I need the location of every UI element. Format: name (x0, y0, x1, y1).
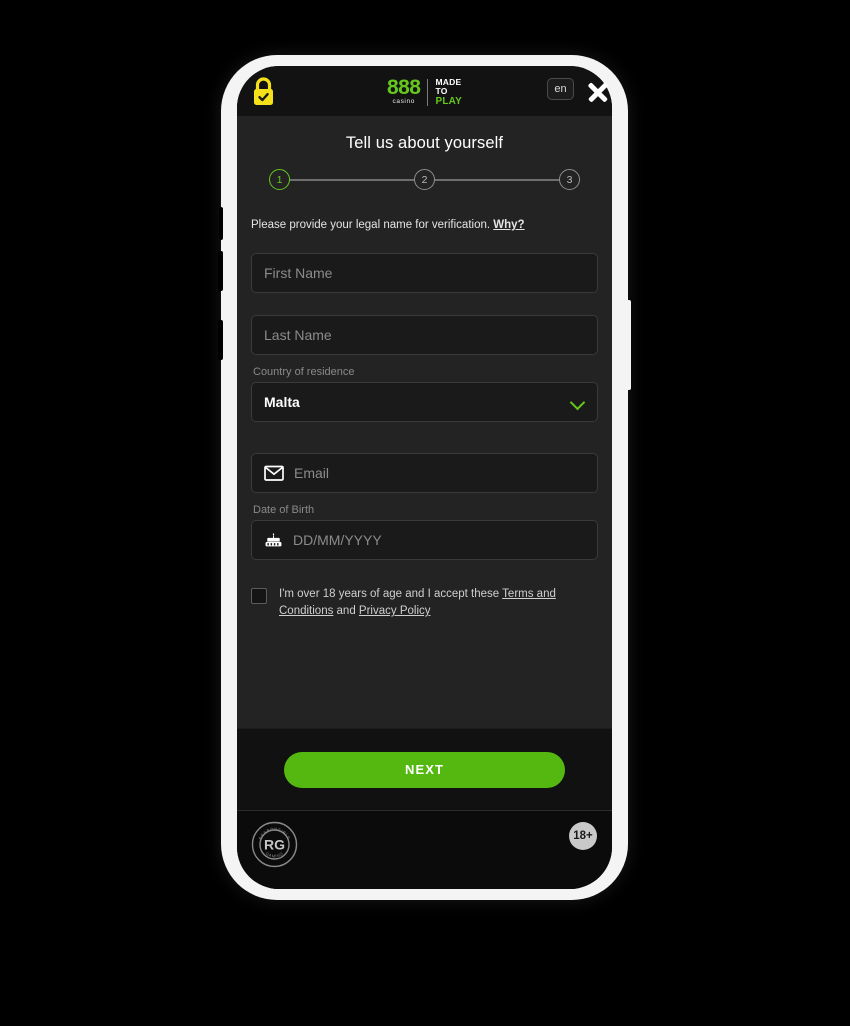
phone-volume-up-button[interactable] (218, 251, 223, 291)
lock-verified-icon (251, 77, 276, 106)
email-field[interactable]: Email (251, 453, 598, 493)
country-value: Malta (264, 394, 300, 410)
birthday-cake-icon (264, 532, 283, 549)
step-3[interactable]: 3 (559, 169, 580, 190)
phone-volume-down-button[interactable] (218, 320, 223, 360)
age-terms-checkbox[interactable] (251, 588, 267, 604)
next-button[interactable]: NEXT (284, 751, 565, 788)
dob-field[interactable]: DD/MM/YYYY (251, 520, 598, 560)
dob-label: Date of Birth (253, 504, 315, 516)
dob-placeholder: DD/MM/YYYY (293, 532, 382, 548)
last-name-placeholder: Last Name (264, 327, 332, 343)
last-name-field[interactable]: Last Name (251, 315, 598, 355)
app-footer: RG RESPONSIBLE GAMING 18+ Play Responsib… (237, 810, 612, 889)
app-header: 888 casino MADE TO PLAY en (237, 66, 612, 116)
consent-text-part2: and (333, 605, 359, 617)
chevron-down-icon (569, 394, 586, 411)
registration-form: Tell us about yourself 1 2 3 Please prov… (237, 116, 612, 728)
progress-stepper: 1 2 3 (269, 169, 580, 190)
phone-silent-switch[interactable] (219, 207, 223, 240)
first-name-field[interactable]: First Name (251, 253, 598, 293)
cta-area: NEXT (237, 728, 612, 810)
envelope-icon (264, 465, 284, 481)
consent-row: I'm over 18 years of age and I accept th… (251, 586, 598, 620)
phone-power-button[interactable] (626, 300, 631, 390)
verification-hint: Please provide your legal name for verif… (251, 219, 598, 231)
age-18-plus-badge: 18+ (569, 822, 597, 850)
tagline-play: PLAY (435, 95, 463, 107)
language-selector[interactable]: en (547, 78, 574, 100)
logo-casino-text: casino (392, 98, 415, 105)
screenshot-root: 888 casino MADE TO PLAY en Tell us about… (0, 0, 850, 1026)
logo-divider (427, 78, 429, 106)
step-2[interactable]: 2 (414, 169, 435, 190)
consent-text-part1: I'm over 18 years of age and I accept th… (279, 588, 503, 600)
logo-888: 888 casino (386, 76, 421, 106)
phone-screen: 888 casino MADE TO PLAY en Tell us about… (237, 66, 612, 889)
brand-logo: 888 casino MADE TO PLAY (386, 76, 463, 107)
email-placeholder: Email (294, 465, 330, 481)
responsible-gaming-icon: RG RESPONSIBLE GAMING (251, 821, 298, 868)
logo-made-to-play: MADE TO PLAY (435, 77, 463, 107)
svg-text:RG: RG (264, 837, 285, 853)
page-title: Tell us about yourself (345, 134, 504, 152)
logo-888-text: 888 (386, 76, 421, 99)
why-link[interactable]: Why? (493, 219, 524, 231)
privacy-policy-link[interactable]: Privacy Policy (359, 605, 431, 617)
country-label: Country of residence (253, 366, 355, 378)
first-name-placeholder: First Name (264, 265, 333, 281)
close-icon[interactable] (585, 79, 611, 105)
consent-text: I'm over 18 years of age and I accept th… (279, 586, 598, 620)
step-1[interactable]: 1 (269, 169, 290, 190)
verification-hint-text: Please provide your legal name for verif… (251, 219, 491, 231)
country-select[interactable]: Malta (251, 382, 598, 422)
